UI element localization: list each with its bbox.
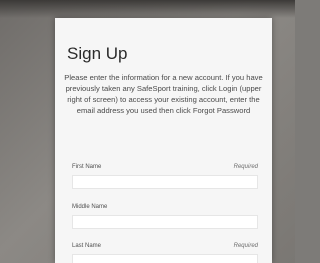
last-name-field: Last Name Required xyxy=(72,243,258,263)
first-name-header: First Name Required xyxy=(72,164,258,174)
page-title: Sign Up xyxy=(67,44,128,63)
middle-name-label: Middle Name xyxy=(72,204,108,210)
last-name-label: Last Name xyxy=(72,243,102,249)
first-name-required-label: Required xyxy=(233,164,258,170)
middle-name-field: Middle Name xyxy=(72,204,258,229)
last-name-required-label: Required xyxy=(233,243,258,249)
signup-card: Sign Up Please enter the information for… xyxy=(55,18,272,263)
last-name-input[interactable] xyxy=(72,254,258,263)
last-name-header: Last Name Required xyxy=(72,243,258,253)
first-name-input[interactable] xyxy=(72,175,258,189)
first-name-field: First Name Required xyxy=(72,164,258,189)
top-shadow xyxy=(0,0,295,18)
intro-text: Please enter the information for a new a… xyxy=(64,73,263,115)
middle-name-header: Middle Name xyxy=(72,204,258,214)
middle-name-input[interactable] xyxy=(72,215,258,229)
first-name-label: First Name xyxy=(72,164,102,170)
